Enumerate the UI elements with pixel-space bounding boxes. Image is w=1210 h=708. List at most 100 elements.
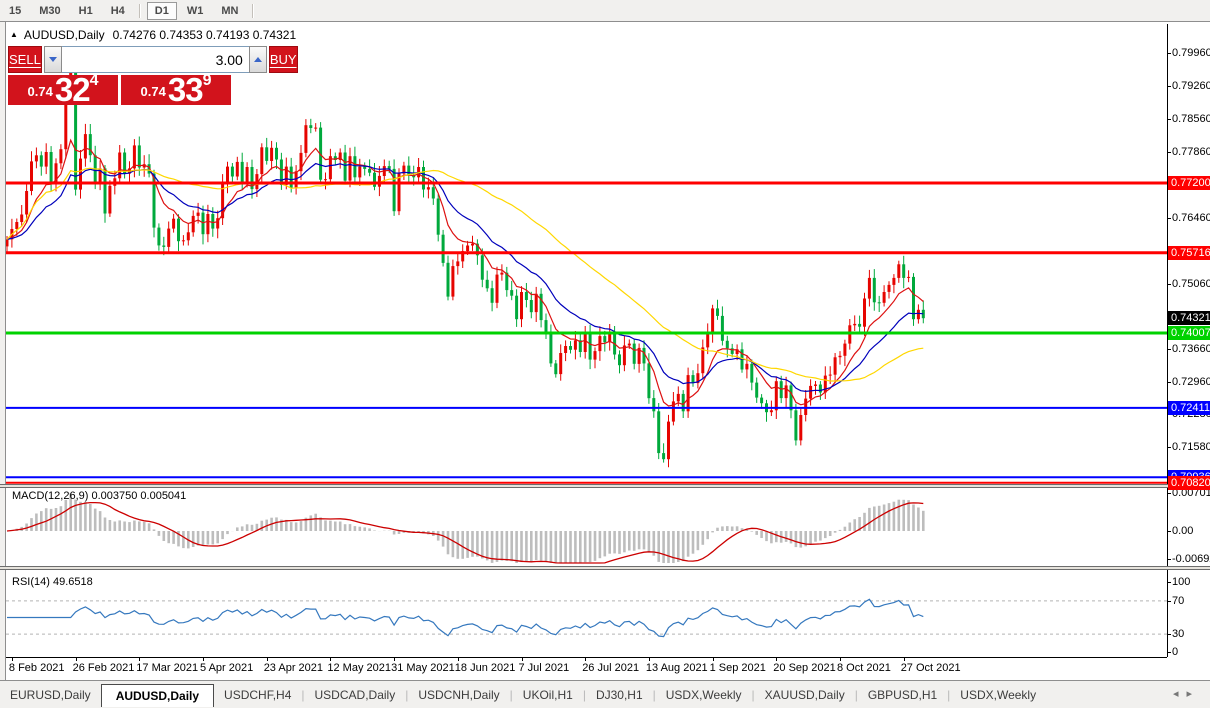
time-tick-mark	[203, 657, 204, 661]
chart-title: ▲ AUDUSD,Daily 0.74276 0.74353 0.74193 0.7…	[10, 28, 296, 42]
trading-terminal: 15 M30 H1 H4 D1 W1 MN ▲ AUDUSD,Daily 0.74276 0.7…	[0, 0, 1210, 708]
tab-xauusd-daily[interactable]: XAUUSD,Daily	[755, 688, 855, 702]
price-tick-mark	[1167, 283, 1171, 285]
time-tick-mark	[903, 657, 905, 661]
macd-tick-mark	[1167, 531, 1171, 532]
tab-dj30-h1[interactable]: DJ30,H1	[586, 688, 653, 702]
down-arrow-icon	[48, 57, 57, 62]
tab-usdcnh-daily[interactable]: USDCNH,Daily	[408, 688, 509, 702]
buy-price-display[interactable]: 0.74 33 9	[121, 71, 231, 108]
tab-usdx-weekly[interactable]: USDX,Weekly	[950, 688, 1046, 702]
timeframe-m30[interactable]: M30	[31, 2, 68, 20]
price-tick-label: 0.71580	[1172, 440, 1210, 453]
price-tick-mark	[1167, 446, 1171, 448]
collapse-trade-panel-icon[interactable]: ▲	[10, 30, 18, 39]
timeframe-h4[interactable]: H4	[103, 2, 133, 20]
time-tick-mark	[585, 657, 587, 661]
time-axis-label: 8 Oct 2021	[837, 662, 891, 674]
sell-button[interactable]: SELL	[8, 46, 42, 73]
rsi-tick-mark	[1167, 582, 1171, 583]
toolbar-separator	[138, 3, 141, 18]
volume-input[interactable]	[61, 46, 249, 73]
time-tick-mark	[776, 657, 778, 661]
time-axis-label: 7 Jul 2021	[518, 662, 570, 674]
rsi-tick-mark	[1167, 652, 1171, 653]
sell-price-prefix: 0.74	[27, 84, 53, 99]
symbol-label: AUDUSD,Daily	[23, 28, 105, 42]
tab-usdcad-daily[interactable]: USDCAD,Daily	[305, 688, 406, 702]
price-tick-label: 0.73660	[1172, 343, 1210, 356]
macd-tick-mark	[1167, 493, 1171, 494]
buy-button[interactable]: BUY	[268, 46, 298, 73]
timeframe-h1[interactable]: H1	[71, 2, 101, 20]
rsi-label: RSI(14) 49.6518	[12, 576, 93, 588]
price-tick-label: 0.76460	[1172, 211, 1210, 224]
up-arrow-icon	[253, 57, 262, 62]
price-tick-label: 0.77860	[1172, 145, 1210, 158]
time-tick-mark	[457, 657, 459, 661]
price-tick-mark	[1167, 349, 1171, 351]
macd-label: MACD(12,26,9) 0.003750 0.005041	[12, 490, 187, 502]
level-price-badge: 0.75716	[1168, 245, 1210, 260]
tab-gbpusd-h1[interactable]: GBPUSD,H1	[858, 688, 947, 702]
volume-increase-button[interactable]	[248, 46, 267, 73]
time-axis-label: 27 Oct 2021	[900, 662, 961, 674]
tab-audusd-daily[interactable]: AUDUSD,Daily	[100, 683, 215, 707]
time-axis-label: 1 Sep 2021	[709, 662, 766, 674]
time-tick-mark	[840, 657, 841, 661]
price-tick-label: 0.75060	[1172, 277, 1210, 290]
price-tick-mark	[1167, 217, 1171, 219]
level-price-badge: 0.70820	[1168, 475, 1210, 490]
time-axis-label: 23 Apr 2021	[263, 662, 324, 674]
time-tick-mark	[266, 657, 268, 661]
time-axis-label: 26 Feb 2021	[72, 662, 135, 674]
rsi-tick-mark	[1167, 634, 1171, 635]
price-tick-mark	[1167, 119, 1171, 121]
rsi-scale-label: 30	[1172, 628, 1185, 640]
time-tick-mark	[648, 657, 650, 661]
time-axis-label: 5 Apr 2021	[200, 662, 254, 674]
trade-controls-row: SELL BUY	[8, 46, 298, 73]
price-tick-mark	[1167, 53, 1171, 55]
time-tick-mark	[394, 657, 396, 661]
buy-price-prefix: 0.74	[140, 84, 166, 99]
tab-usdchf-h4[interactable]: USDCHF,H4	[214, 688, 301, 702]
tab-eurusd-daily[interactable]: EURUSD,Daily	[0, 688, 101, 702]
time-axis-label: 17 Mar 2021	[136, 662, 199, 674]
buy-price-pipette: 9	[202, 72, 212, 89]
time-tick-mark	[139, 657, 141, 661]
tab-usdx-weekly[interactable]: USDX,Weekly	[656, 688, 752, 702]
rsi-pane-canvas[interactable]	[6, 570, 1167, 657]
timeframe-toolbar: 15 M30 H1 H4 D1 W1 MN	[0, 0, 1210, 22]
timeframe-d1[interactable]: D1	[146, 1, 177, 20]
price-tick-mark	[1167, 382, 1171, 384]
level-price-badge: 0.72411	[1168, 400, 1210, 415]
rsi-scale-label: 0	[1172, 646, 1179, 658]
time-axis-label: 20 Sep 2021	[773, 662, 836, 674]
tab-scroll-right-icon[interactable]: ▸	[1186, 688, 1200, 700]
timeframe-w1[interactable]: W1	[179, 2, 212, 20]
price-tick-label: 0.78560	[1172, 113, 1210, 126]
time-tick-mark	[712, 657, 714, 661]
one-click-trade-panel: SELL BUY 0.74324 0.74339	[8, 46, 298, 108]
timeframe-15[interactable]: 15	[1, 2, 29, 20]
rsi-pane-bottom-border	[6, 657, 1167, 658]
timeframe-mn[interactable]: MN	[213, 2, 246, 20]
tab-ukoil-h1[interactable]: UKOil,H1	[513, 688, 583, 702]
buy-price-big: 33	[167, 71, 204, 108]
sell-price-big: 32	[54, 71, 91, 108]
volume-decrease-button[interactable]	[43, 46, 62, 73]
rsi-tick-mark	[1167, 601, 1171, 602]
volume-spinner	[43, 46, 267, 73]
tab-scroll-left-icon[interactable]: ◂	[1173, 688, 1187, 700]
sell-price-pipette: 4	[89, 72, 99, 89]
tab-scroll-arrows[interactable]: ◂▸	[1173, 687, 1200, 700]
time-axis-label: 12 May 2021	[327, 662, 391, 674]
current-price-badge: 0.74321	[1168, 311, 1210, 326]
level-price-badge: 0.77200	[1168, 175, 1210, 190]
price-tick-mark	[1167, 151, 1171, 153]
time-axis-label: 18 Jun 2021	[454, 662, 516, 674]
rsi-scale-label: 70	[1172, 595, 1185, 607]
time-tick-mark	[75, 657, 77, 661]
sell-price-display[interactable]: 0.74 32 4	[8, 71, 118, 108]
